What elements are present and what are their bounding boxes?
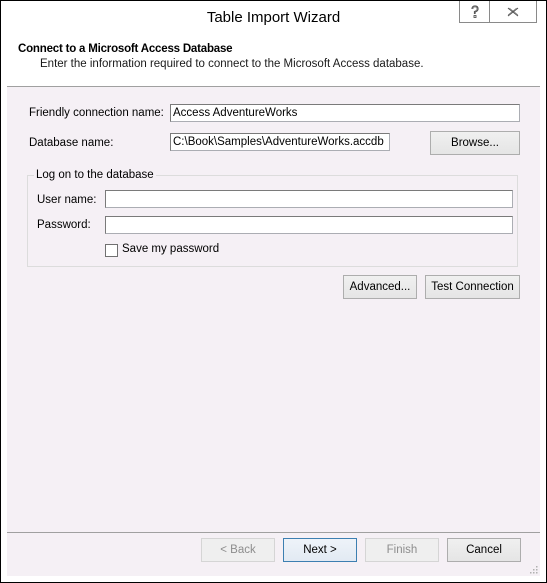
wizard-client-area: Connect to a Microsoft Access Database E… bbox=[7, 35, 540, 576]
save-password-checkbox[interactable] bbox=[105, 244, 118, 257]
wizard-header: Connect to a Microsoft Access Database E… bbox=[7, 35, 540, 87]
browse-button[interactable]: Browse... bbox=[430, 131, 520, 155]
help-icon bbox=[470, 5, 480, 18]
page-title: Connect to a Microsoft Access Database bbox=[18, 43, 233, 55]
database-name-input[interactable]: C:\Book\Samples\AdventureWorks.accdb bbox=[170, 133, 390, 151]
username-label: User name: bbox=[37, 194, 97, 206]
database-name-label: Database name: bbox=[29, 137, 114, 149]
password-input[interactable] bbox=[105, 216, 513, 234]
logon-group-legend: Log on to the database bbox=[34, 169, 156, 181]
friendly-name-label: Friendly connection name: bbox=[29, 107, 164, 119]
cancel-button[interactable]: Cancel bbox=[447, 538, 521, 562]
username-input[interactable] bbox=[105, 190, 513, 208]
finish-button[interactable]: Finish bbox=[365, 538, 439, 562]
close-button[interactable] bbox=[490, 1, 536, 22]
footer-separator bbox=[7, 532, 540, 533]
caption-buttons bbox=[459, 1, 537, 23]
test-connection-button[interactable]: Test Connection bbox=[425, 275, 520, 299]
next-button[interactable]: Next > bbox=[283, 538, 357, 562]
title-bar: Table Import Wizard bbox=[1, 1, 546, 35]
help-button[interactable] bbox=[460, 1, 490, 22]
table-import-wizard-window: Table Import Wizard Connect to a Microso… bbox=[0, 0, 547, 583]
advanced-button[interactable]: Advanced... bbox=[343, 275, 417, 299]
friendly-name-input[interactable]: Access AdventureWorks bbox=[170, 104, 520, 122]
password-label: Password: bbox=[37, 219, 91, 231]
close-icon bbox=[507, 7, 519, 17]
save-password-label[interactable]: Save my password bbox=[122, 243, 219, 255]
page-subtitle: Enter the information required to connec… bbox=[40, 58, 424, 70]
logon-groupbox: Log on to the database User name: Passwo… bbox=[27, 169, 518, 267]
resize-grip-icon[interactable] bbox=[529, 565, 538, 574]
back-button[interactable]: < Back bbox=[201, 538, 275, 562]
